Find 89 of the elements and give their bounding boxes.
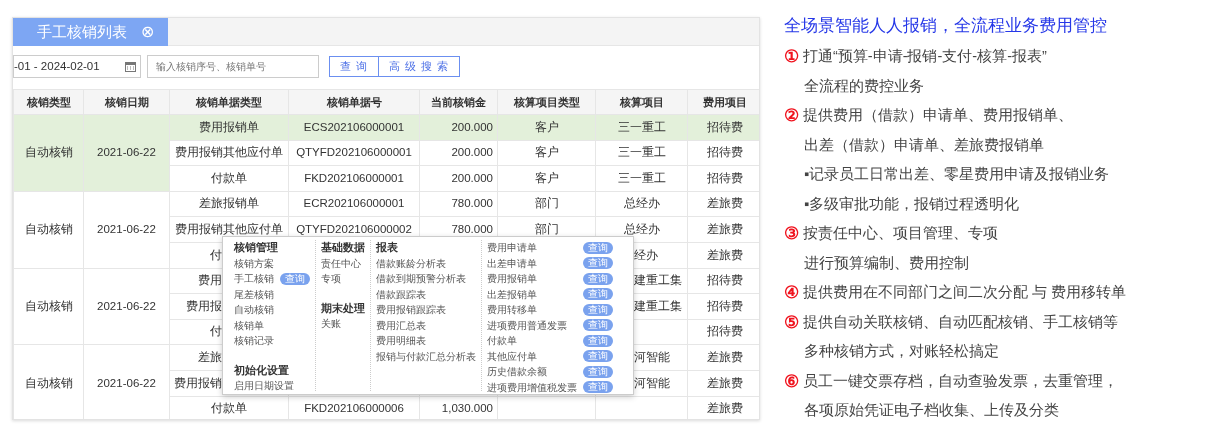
- table-cell: 自动核销: [13, 191, 84, 269]
- feature-text: 全流程的费控业务: [803, 76, 925, 96]
- number-label: ②: [784, 105, 799, 127]
- table-cell: 2021-06-22: [83, 114, 170, 192]
- menu-item[interactable]: 费用汇总表: [376, 317, 426, 333]
- feature-text: 打通“预算-申请-报销-支付-核算-报表”: [803, 47, 1047, 66]
- table-cell: 差旅报销单: [169, 191, 289, 217]
- menu-item[interactable]: 费用报销单: [487, 271, 537, 287]
- table-cell: QTYFD202106000001: [288, 140, 420, 166]
- menu-item[interactable]: 出差报销单: [487, 286, 537, 302]
- menu-item[interactable]: 其他应付单: [487, 348, 537, 364]
- table-cell: 200.000: [419, 114, 498, 141]
- table-cell: 付款单: [169, 165, 289, 192]
- number-label: ④: [784, 282, 799, 304]
- feature-text: 员工一键交票存档，自动查验发票，去重管理，: [803, 371, 1118, 391]
- menu-item[interactable]: 费用明细表: [376, 333, 426, 349]
- menu-item[interactable]: 付款单: [487, 333, 517, 349]
- menu-item[interactable]: 进项费用增值税发票: [487, 379, 577, 395]
- table-cell: 780.000: [419, 191, 498, 217]
- table-cell: 2021-06-22: [83, 191, 170, 269]
- table-cell: 客户: [497, 114, 596, 141]
- table-cell: 费用报销其他应付单: [169, 140, 289, 166]
- table-cell: 三一重工: [595, 165, 688, 192]
- table-cell: 2021-06-22: [83, 268, 170, 345]
- menu-item[interactable]: 出差申请单: [487, 255, 537, 271]
- table-cell: 客户: [497, 165, 596, 192]
- column-header: 当前核销金: [419, 89, 498, 115]
- table-cell: FKD202106000001: [288, 165, 420, 192]
- table-cell: 三一重工: [595, 114, 688, 141]
- column-header: 核销单据类型: [169, 89, 289, 115]
- menu-item[interactable]: 借款到期预警分析表: [376, 271, 466, 287]
- search-field[interactable]: 输入核销序号、核销单号: [147, 55, 319, 78]
- date-range-field[interactable]: -01 - 2024-02-01: [13, 55, 141, 78]
- search-button[interactable]: 查询: [329, 56, 379, 77]
- table-cell: ECS202106000001: [288, 114, 420, 141]
- feature-text: ▪多级审批功能，报销过程透明化: [803, 194, 1021, 214]
- feature-text: 进行预算编制、费用控制: [803, 253, 970, 273]
- table-cell: 三一重工: [595, 140, 688, 166]
- table-cell: 总经办: [595, 191, 688, 217]
- menu-item[interactable]: 历史借款余额: [487, 364, 547, 380]
- menu-item[interactable]: 借款跟踪表: [376, 286, 426, 302]
- feature-text: 出差（借款）申请单、差旅费报销单: [803, 135, 1045, 155]
- menu-item[interactable]: 进项费用普通发票: [487, 317, 567, 333]
- column-header: 核销日期: [83, 89, 170, 115]
- column-header: 核算项目: [595, 89, 688, 115]
- menu-heading: 核销管理: [234, 240, 279, 255]
- feature-text: 提供费用在不同部门之间二次分配 与 费用移转单: [803, 283, 1127, 302]
- menu-item[interactable]: 报销与付款汇总分析表: [376, 348, 476, 364]
- menu-item[interactable]: 自动核销: [234, 302, 274, 318]
- menu-item[interactable]: 责任中心: [321, 255, 361, 271]
- feature-text: 各项原始凭证电子档收集、上传及分类: [803, 401, 1060, 420]
- table-cell: 费用报销单: [169, 114, 289, 141]
- table-cell: 部门: [497, 191, 596, 217]
- table-cell: 200.000: [419, 140, 498, 166]
- feature-text: ▪记录员工日常出差、零星费用申请及报销业务: [803, 165, 1111, 184]
- menu-item[interactable]: 费用转移单: [487, 302, 537, 318]
- menu-item[interactable]: 专项: [321, 271, 341, 287]
- menu-heading: 基础数据: [321, 240, 365, 255]
- number-label: ③: [784, 223, 799, 245]
- menu-heading: 期末处理: [321, 300, 365, 316]
- column-header: 核销单据号: [288, 89, 420, 115]
- menu-item[interactable]: 费用申请单: [487, 240, 537, 256]
- column-header: 费用项目: [687, 89, 759, 115]
- advanced-search-button[interactable]: 高级搜索: [379, 56, 460, 77]
- calendar-icon[interactable]: [125, 61, 136, 72]
- number-label: ⑥: [784, 370, 799, 393]
- table-cell: 200.000: [419, 165, 498, 192]
- menu-item[interactable]: 手工核销: [234, 271, 274, 287]
- number-label: ①: [784, 46, 799, 68]
- table-cell: ECR202106000001: [288, 191, 420, 217]
- number-label: ⑤: [784, 311, 799, 334]
- menu-item[interactable]: 核销单: [234, 317, 264, 333]
- table-cell: 客户: [497, 140, 596, 166]
- feature-text: 提供费用（借款）申请单、费用报销单、: [803, 106, 1073, 125]
- table-cell: 自动核销: [13, 344, 84, 419]
- feature-text: 多种核销方式，对账轻松搞定: [803, 342, 1000, 361]
- menu-item[interactable]: 关账: [321, 316, 341, 332]
- column-header: 核算项目类型: [497, 89, 596, 115]
- table-cell: 自动核销: [13, 268, 84, 345]
- feature-text: 提供自动关联核销、自动匹配核销、手工核销等: [803, 312, 1118, 332]
- column-header: 核销类型: [13, 89, 84, 115]
- feature-title: 全场景智能人人报销，全流程业务费用管控: [784, 15, 1108, 37]
- menu-item[interactable]: 借款账龄分析表: [376, 255, 446, 271]
- menu-item[interactable]: 费用报销跟踪表: [376, 302, 446, 318]
- menu-item[interactable]: 核销方案: [234, 255, 274, 271]
- menu-heading: 报表: [376, 240, 399, 255]
- table-cell: 招待费: [687, 114, 759, 141]
- feature-text: 按责任中心、项目管理、专项: [803, 224, 998, 243]
- table-cell: 自动核销: [13, 114, 84, 192]
